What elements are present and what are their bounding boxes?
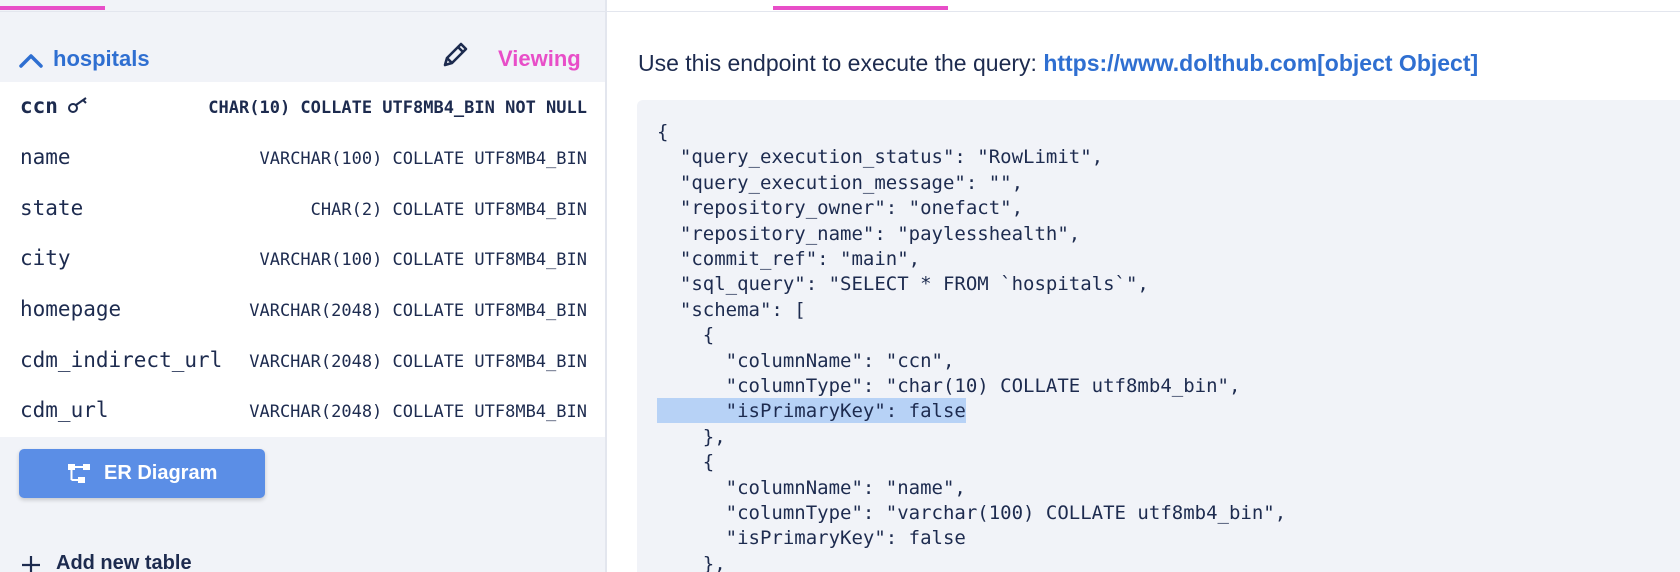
column-type: CHAR(10) COLLATE UTF8MB4_BIN NOT NULL: [208, 98, 587, 118]
main-active-tab-indicator: [773, 6, 948, 10]
viewing-mode-label: Viewing: [498, 46, 581, 71]
endpoint-description: Use this endpoint to execute the query: …: [638, 50, 1478, 77]
column-type: VARCHAR(100) COLLATE UTF8MB4_BIN: [259, 149, 587, 169]
column-name: homepage: [20, 297, 122, 321]
column-name: cdm_url: [20, 398, 109, 422]
code-line-text: {: [657, 451, 715, 474]
key-icon: [68, 97, 87, 113]
code-line-text: },: [657, 552, 726, 572]
sidebar-active-tab-indicator: [0, 6, 105, 10]
table-name-toggle[interactable]: hospitals: [53, 46, 150, 72]
column-row: ccn CHAR(10) COLLATE UTF8MB4_BIN NOT NUL…: [0, 82, 605, 132]
code-line-text: "columnName": "ccn",: [657, 349, 955, 372]
column-type: VARCHAR(2048) COLLATE UTF8MB4_BIN: [249, 402, 587, 422]
column-row: city VARCHAR(100) COLLATE UTF8MB4_BIN: [0, 234, 605, 284]
column-type: VARCHAR(100) COLLATE UTF8MB4_BIN: [259, 250, 587, 270]
code-line-text: "repository_name": "paylesshealth",: [657, 222, 1081, 245]
code-line-text: "commit_ref": "main",: [657, 248, 921, 270]
code-line-text: "isPrimaryKey": false: [657, 400, 966, 423]
column-name: city: [20, 246, 71, 270]
table-header: hospitals Viewing: [0, 12, 605, 82]
er-diagram-label: ER Diagram: [104, 462, 218, 484]
code-line-text: "query_execution_status": "RowLimit",: [657, 146, 1104, 169]
code-line-text: "schema": [: [657, 298, 806, 321]
code-line-text: {: [657, 324, 715, 347]
code-line-text: "columnType": "varchar(100) COLLATE utf8…: [657, 502, 1287, 524]
column-row: homepage VARCHAR(2048) COLLATE UTF8MB4_B…: [0, 285, 605, 335]
endpoint-text: Use this endpoint to execute the query:: [638, 50, 1044, 76]
column-name: name: [20, 145, 71, 169]
chevron-up-icon[interactable]: [18, 50, 44, 70]
column-name: state: [20, 196, 84, 220]
er-diagram-button[interactable]: ER Diagram: [19, 449, 265, 498]
code-line-text: },: [657, 425, 726, 448]
query-api-panel: Use this endpoint to execute the query: …: [607, 0, 1680, 572]
json-response-block[interactable]: { "query_execution_status": "RowLimit", …: [637, 100, 1680, 572]
column-type: VARCHAR(2048) COLLATE UTF8MB4_BIN: [249, 301, 587, 321]
column-type: CHAR(2) COLLATE UTF8MB4_BIN: [310, 200, 587, 220]
column-row: name VARCHAR(100) COLLATE UTF8MB4_BIN: [0, 133, 605, 183]
column-row: cdm_url VARCHAR(2048) COLLATE UTF8MB4_BI…: [0, 386, 605, 436]
column-name: ccn: [20, 94, 58, 118]
plus-icon: [22, 556, 40, 572]
column-name: cdm_indirect_url: [20, 348, 223, 372]
code-line-text: "columnType": "char(10) COLLATE utf8mb4_…: [657, 375, 1241, 397]
column-type: VARCHAR(2048) COLLATE UTF8MB4_BIN: [249, 352, 587, 372]
column-row: cdm_indirect_url VARCHAR(2048) COLLATE U…: [0, 336, 605, 386]
code-line-text: "repository_owner": "onefact",: [657, 197, 1024, 220]
code-line-text: "columnName": "name",: [657, 476, 966, 499]
schema-sidebar: hospitals Viewing ccn CHAR(10) COLLATE U…: [0, 0, 607, 572]
column-row: state CHAR(2) COLLATE UTF8MB4_BIN: [0, 184, 605, 234]
endpoint-link[interactable]: https://www.dolthub.com[object Object]: [1043, 50, 1478, 76]
code-line-text: {: [657, 121, 669, 143]
code-line-text: "sql_query": "SELECT * FROM `hospitals`"…: [657, 273, 1149, 296]
diagram-icon: [68, 464, 90, 483]
code-line-text: "isPrimaryKey": false: [657, 527, 966, 550]
main-top-border: [607, 0, 1680, 12]
add-new-table-label: Add new table: [56, 552, 192, 572]
column-list: ccn CHAR(10) COLLATE UTF8MB4_BIN NOT NUL…: [0, 82, 605, 437]
code-line-text: "query_execution_message": "",: [657, 171, 1024, 194]
pencil-icon[interactable]: [438, 38, 472, 72]
